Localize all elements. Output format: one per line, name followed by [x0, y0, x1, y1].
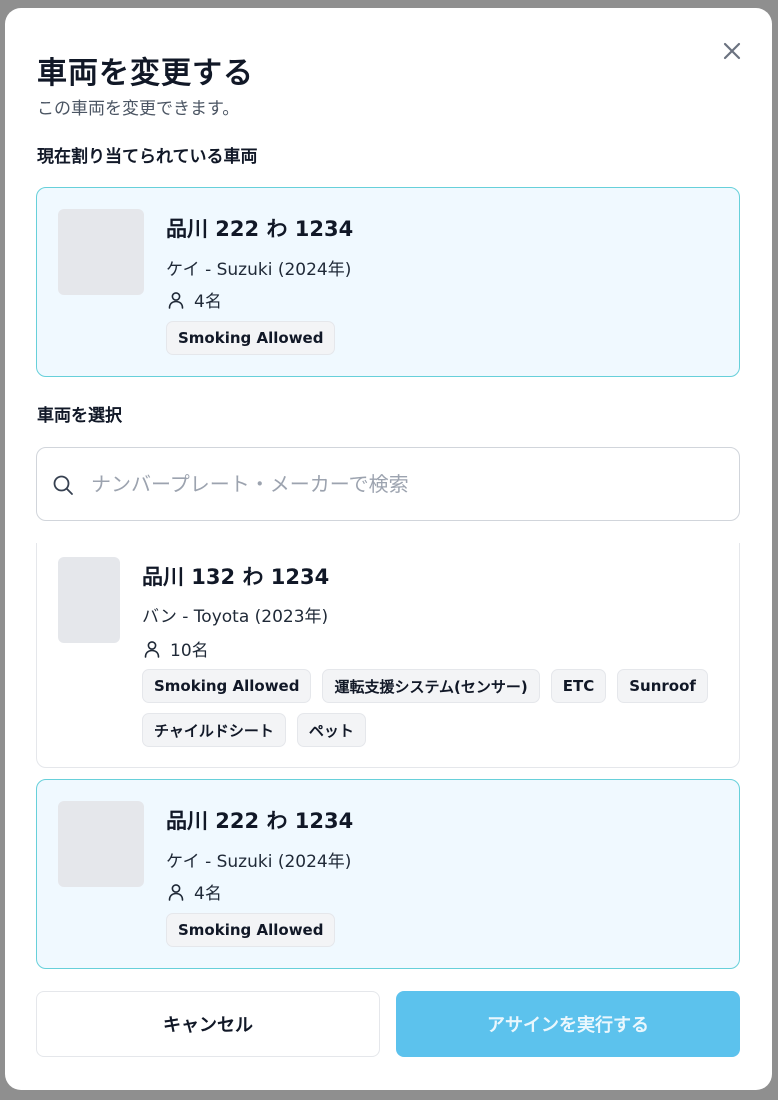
vehicle-option-card[interactable]: 品川 132 わ 1234 バン - Toyota (2023年) 10名 Sm…: [36, 543, 740, 768]
close-button[interactable]: [717, 36, 747, 66]
vehicle-model: ケイ - Suzuki (2024年): [166, 852, 352, 872]
person-icon: [168, 883, 184, 901]
vehicle-tags: Smoking Allowed: [166, 321, 726, 355]
vehicle-search: [36, 447, 740, 521]
vehicle-tags: Smoking Allowed: [166, 913, 726, 947]
cancel-button[interactable]: キャンセル: [36, 991, 380, 1057]
capacity-text: 4名: [194, 884, 222, 904]
current-vehicle-card: 品川 222 わ 1234 ケイ - Suzuki (2024年) 4名 Smo…: [36, 187, 740, 377]
vehicle-plate: 品川 132 わ 1234: [142, 565, 330, 589]
person-icon: [144, 640, 160, 658]
dialog-title: 車両を変更する: [37, 56, 254, 91]
vehicle-option-card-selected[interactable]: 品川 222 わ 1234 ケイ - Suzuki (2024年) 4名 Smo…: [36, 779, 740, 969]
vehicle-thumbnail: [58, 209, 144, 295]
feature-tag: Smoking Allowed: [166, 321, 336, 355]
vehicle-model: バン - Toyota (2023年): [142, 607, 329, 627]
capacity-text: 4名: [194, 292, 222, 312]
search-input[interactable]: [91, 466, 711, 502]
select-vehicle-label: 車両を選択: [37, 406, 122, 426]
feature-tag: ペット: [296, 713, 366, 747]
vehicle-capacity: 4名: [166, 287, 222, 312]
vehicle-thumbnail: [58, 801, 144, 887]
person-icon: [168, 291, 184, 309]
feature-tag: ETC: [550, 669, 607, 703]
vehicle-thumbnail: [58, 557, 120, 643]
vehicle-capacity: 10名: [142, 636, 209, 661]
dialog-subtitle: この車両を変更できます。: [37, 99, 240, 119]
feature-tag: Sunroof: [617, 669, 708, 703]
assign-button[interactable]: アサインを実行する: [396, 991, 740, 1057]
vehicle-tags: Smoking Allowed 運転支援システム(センサー) ETC Sunro…: [142, 669, 722, 747]
vehicle-plate: 品川 222 わ 1234: [166, 809, 354, 833]
vehicle-list[interactable]: 品川 132 わ 1234 バン - Toyota (2023年) 10名 Sm…: [5, 543, 772, 973]
feature-tag: Smoking Allowed: [166, 913, 336, 947]
vehicle-plate: 品川 222 わ 1234: [166, 217, 354, 241]
capacity-text: 10名: [170, 641, 209, 661]
vehicle-model: ケイ - Suzuki (2024年): [166, 260, 352, 280]
current-vehicle-label: 現在割り当てられている車両: [37, 147, 258, 167]
feature-tag: チャイルドシート: [142, 713, 286, 747]
change-vehicle-dialog: 車両を変更する この車両を変更できます。 現在割り当てられている車両 品川 22…: [5, 8, 772, 1090]
close-icon: [723, 42, 741, 60]
vehicle-capacity: 4名: [166, 879, 222, 904]
feature-tag: 運転支援システム(センサー): [322, 669, 540, 703]
feature-tag: Smoking Allowed: [142, 669, 312, 703]
search-icon: [53, 475, 73, 495]
